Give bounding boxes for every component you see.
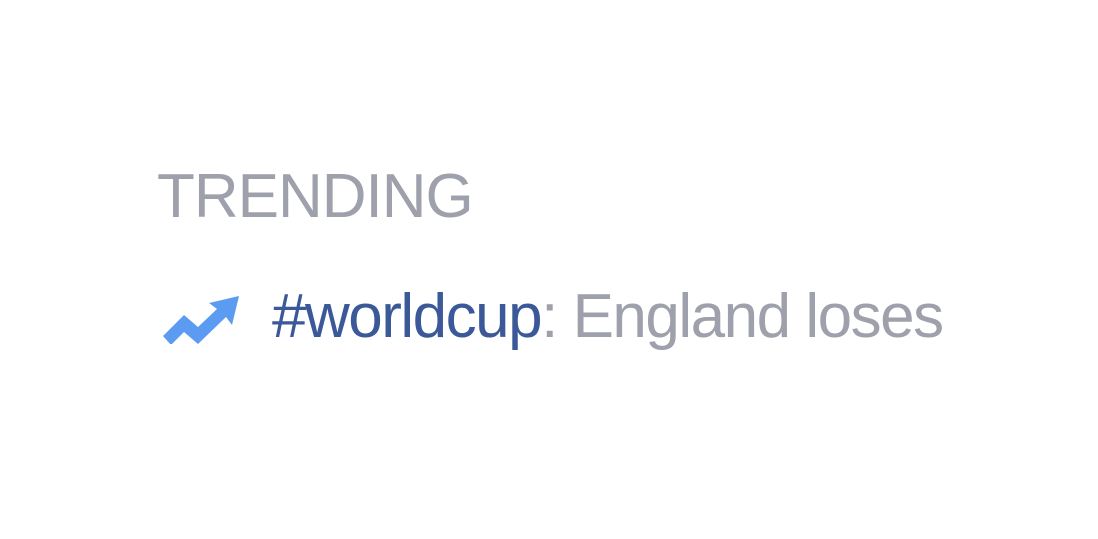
trending-heading: TRENDING xyxy=(157,162,474,231)
trending-hashtag[interactable]: #worldcup xyxy=(272,282,543,351)
trending-item[interactable]: #worldcup: England loses xyxy=(160,282,945,352)
trending-item-text: #worldcup: England loses xyxy=(272,282,945,351)
trending-widget: TRENDING #worldcup: England loses xyxy=(0,0,1098,539)
trending-separator: : xyxy=(541,282,558,351)
trending-headline: England loses xyxy=(556,282,945,351)
trending-up-icon xyxy=(160,294,240,344)
